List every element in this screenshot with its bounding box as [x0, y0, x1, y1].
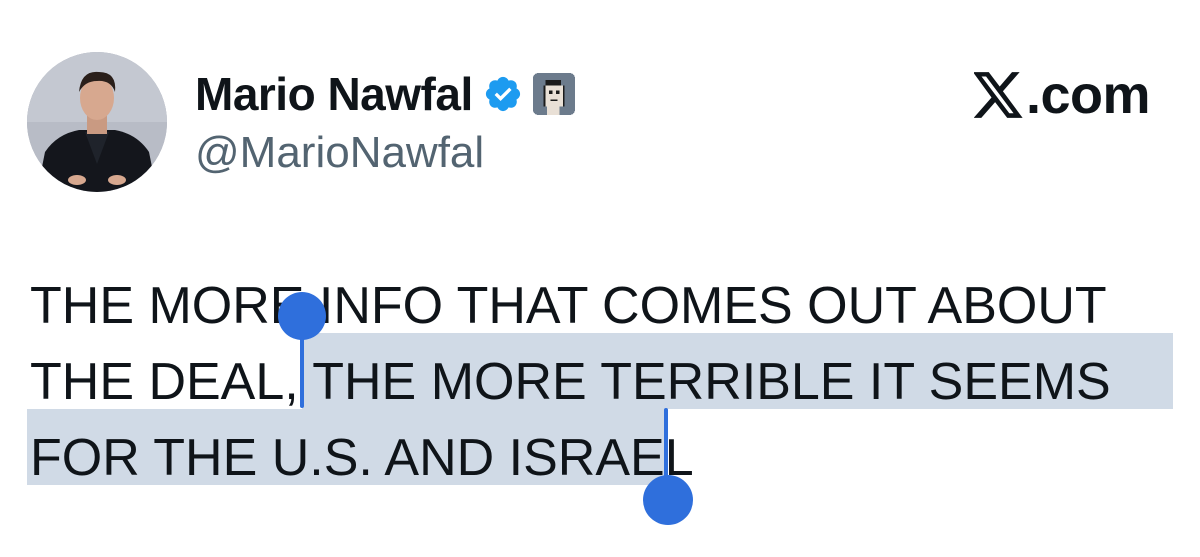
- selection-start-handle[interactable]: [278, 292, 326, 340]
- tweet-text-line: FOR THE U.S. AND ISRAEL: [30, 429, 694, 487]
- tweet-text-line: THE MORE INFO THAT COMES OUT ABOUT: [30, 277, 1107, 335]
- brand-watermark: .com: [972, 64, 1151, 126]
- author-name-row: Mario Nawfal: [195, 64, 575, 124]
- brand-text: .com: [1025, 65, 1151, 125]
- verified-badge-icon: [483, 74, 523, 114]
- tweet-text-line: THE DEAL, THE MORE TERRIBLE IT SEEMS: [30, 353, 1111, 411]
- selection-end-handle[interactable]: [643, 475, 693, 525]
- author-display-name[interactable]: Mario Nawfal: [195, 67, 473, 121]
- profile-photo: [27, 52, 167, 192]
- tweet-text[interactable]: THE MORE INFO THAT COMES OUT ABOUT THE D…: [30, 268, 1180, 496]
- avatar[interactable]: [27, 52, 167, 192]
- pixel-punk-icon: [532, 73, 575, 115]
- x-logo-icon: [972, 72, 1024, 118]
- author-handle[interactable]: @MarioNawfal: [195, 128, 484, 178]
